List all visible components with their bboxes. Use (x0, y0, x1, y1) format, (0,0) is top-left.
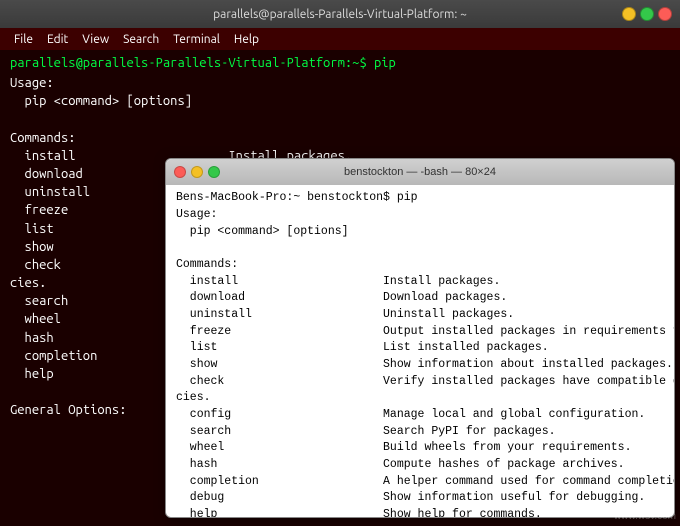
minimize-button[interactable] (622, 7, 636, 21)
sec-content: Bens-MacBook-Pro:~ benstockton$ pip Usag… (166, 185, 674, 517)
menu-edit[interactable]: Edit (41, 31, 74, 48)
sec-minimize-button[interactable] (191, 166, 203, 178)
main-prompt: parallels@parallels-Parallels-Virtual-Pl… (10, 56, 670, 70)
main-terminal: parallels@parallels-Parallels-Virtual-Pl… (0, 0, 680, 526)
menu-view[interactable]: View (76, 31, 115, 48)
sec-titlebar: benstockton — -bash — 80×24 (166, 159, 674, 185)
main-titlebar-buttons (622, 7, 672, 21)
menu-file[interactable]: File (8, 31, 39, 48)
sec-prompt: Bens-MacBook-Pro:~ benstockton$ pip (176, 191, 664, 204)
maximize-button[interactable] (640, 7, 654, 21)
menu-help[interactable]: Help (228, 31, 265, 48)
sec-maximize-button[interactable] (208, 166, 220, 178)
sec-close-button[interactable] (174, 166, 186, 178)
menu-search[interactable]: Search (117, 31, 165, 48)
secondary-terminal: benstockton — -bash — 80×24 Bens-MacBook… (165, 158, 675, 518)
watermark: www.wsv.com (614, 511, 676, 522)
sec-titlebar-buttons (174, 166, 220, 178)
main-titlebar: parallels@parallels-Parallels-Virtual-Pl… (0, 0, 680, 28)
main-menubar: File Edit View Search Terminal Help (0, 28, 680, 50)
main-title: parallels@parallels-Parallels-Virtual-Pl… (213, 8, 467, 21)
close-button[interactable] (658, 7, 672, 21)
menu-terminal[interactable]: Terminal (167, 31, 226, 48)
sec-terminal-text: Usage: pip <command> [options] Commands:… (176, 207, 664, 517)
sec-title: benstockton — -bash — 80×24 (344, 166, 496, 178)
